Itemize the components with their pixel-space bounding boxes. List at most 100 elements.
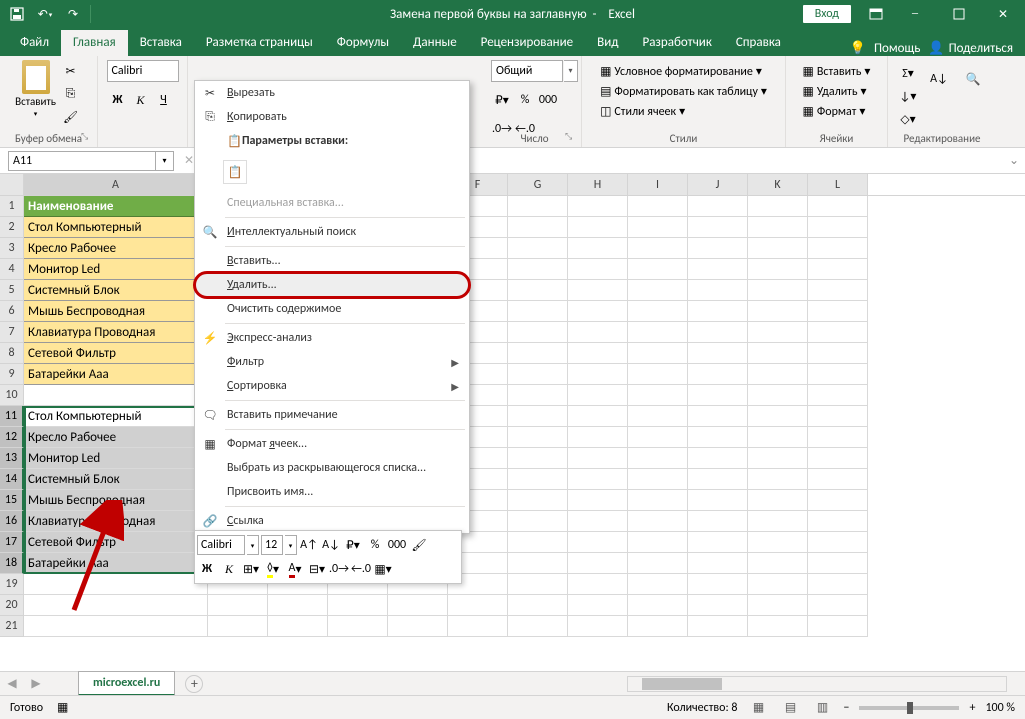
row-header[interactable]: 7: [0, 322, 24, 343]
tab-page-layout[interactable]: Разметка страницы: [194, 30, 325, 56]
cell[interactable]: [688, 448, 748, 469]
italic-button[interactable]: К: [130, 89, 152, 111]
sheet-next-icon[interactable]: ▶: [24, 672, 48, 696]
cell[interactable]: [808, 595, 868, 616]
cell[interactable]: [508, 553, 568, 574]
save-icon[interactable]: [4, 2, 30, 26]
mini-grow-font-icon[interactable]: A↑: [299, 535, 319, 555]
cell[interactable]: [568, 616, 628, 637]
cell[interactable]: [688, 595, 748, 616]
cell[interactable]: [628, 595, 688, 616]
cell[interactable]: [568, 322, 628, 343]
cell[interactable]: [748, 322, 808, 343]
cell[interactable]: [508, 616, 568, 637]
cell[interactable]: [808, 385, 868, 406]
cell[interactable]: [628, 343, 688, 364]
cell[interactable]: [628, 553, 688, 574]
tell-me-icon[interactable]: 💡: [850, 41, 866, 56]
cell[interactable]: [808, 406, 868, 427]
cell[interactable]: Сетевой Фильтр: [24, 343, 208, 364]
cell[interactable]: [628, 427, 688, 448]
row-header[interactable]: 3: [0, 238, 24, 259]
row-header[interactable]: 12: [0, 427, 24, 448]
row-header[interactable]: 19: [0, 574, 24, 595]
col-header-H[interactable]: H: [568, 174, 628, 195]
cell[interactable]: [748, 217, 808, 238]
cell[interactable]: [688, 532, 748, 553]
row-header[interactable]: 13: [0, 448, 24, 469]
ctx-очистить-содержимое[interactable]: Очистить содержимое: [195, 297, 469, 321]
cell[interactable]: [808, 469, 868, 490]
cell[interactable]: [628, 385, 688, 406]
tab-home[interactable]: Главная: [61, 30, 128, 56]
cell[interactable]: [568, 574, 628, 595]
row-header[interactable]: 5: [0, 280, 24, 301]
ribbon-display-icon[interactable]: [859, 0, 893, 28]
tab-developer[interactable]: Разработчик: [630, 30, 723, 56]
cell[interactable]: [208, 616, 268, 637]
mini-borders-icon[interactable]: ⊞▾: [241, 559, 261, 579]
col-header-I[interactable]: I: [628, 174, 688, 195]
macro-record-icon[interactable]: ▦: [57, 700, 68, 715]
mini-bold[interactable]: Ж: [197, 559, 217, 579]
cell[interactable]: [628, 238, 688, 259]
mini-font-size[interactable]: 12: [261, 535, 283, 555]
cell[interactable]: [568, 448, 628, 469]
select-all-corner[interactable]: [0, 174, 24, 195]
zoom-out-button[interactable]: −: [843, 701, 849, 715]
number-format-select[interactable]: Общий: [491, 60, 563, 82]
cell[interactable]: [508, 511, 568, 532]
comma-icon[interactable]: 000: [537, 89, 559, 111]
cell[interactable]: [508, 238, 568, 259]
row-header[interactable]: 20: [0, 595, 24, 616]
row-header[interactable]: 17: [0, 532, 24, 553]
cell[interactable]: [688, 511, 748, 532]
cell[interactable]: [568, 301, 628, 322]
cell[interactable]: [748, 616, 808, 637]
format-cells-button[interactable]: ▦ Формат ▾: [799, 102, 870, 121]
sheet-tab-active[interactable]: microexcel.ru: [78, 671, 175, 696]
sort-filter-icon[interactable]: A↓: [925, 62, 953, 96]
cell[interactable]: [508, 448, 568, 469]
cell[interactable]: [328, 595, 388, 616]
mini-merge-icon[interactable]: ⊟▾: [307, 559, 327, 579]
cell[interactable]: [508, 364, 568, 385]
cell[interactable]: [568, 490, 628, 511]
col-header-J[interactable]: J: [688, 174, 748, 195]
cell[interactable]: Системный Блок: [24, 280, 208, 301]
cell[interactable]: [568, 364, 628, 385]
cell[interactable]: [808, 217, 868, 238]
cell[interactable]: [628, 259, 688, 280]
mini-font-name[interactable]: Calibri: [197, 535, 245, 555]
cell[interactable]: [748, 364, 808, 385]
maximize-button[interactable]: [937, 0, 981, 28]
close-button[interactable]: ✕: [981, 0, 1025, 28]
redo-icon[interactable]: ↷: [60, 2, 86, 26]
cell[interactable]: [808, 280, 868, 301]
cell[interactable]: [808, 322, 868, 343]
cell[interactable]: [628, 616, 688, 637]
cell[interactable]: [748, 259, 808, 280]
row-header[interactable]: 16: [0, 511, 24, 532]
cell[interactable]: [748, 280, 808, 301]
ctx-фильтр[interactable]: Фильтр▶: [195, 350, 469, 374]
cell[interactable]: Стол Компьютерный: [24, 406, 208, 427]
cell[interactable]: [628, 574, 688, 595]
cell[interactable]: [568, 238, 628, 259]
row-header[interactable]: 2: [0, 217, 24, 238]
copy-icon[interactable]: ⎘: [60, 83, 82, 105]
cell[interactable]: [568, 532, 628, 553]
cell-styles-button[interactable]: ◫Стили ячеек ▾: [596, 102, 689, 121]
login-button[interactable]: Вход: [803, 5, 851, 23]
cell[interactable]: [568, 553, 628, 574]
cell[interactable]: [688, 259, 748, 280]
row-header[interactable]: 11: [0, 406, 24, 427]
cell[interactable]: [688, 469, 748, 490]
sheet-prev-icon[interactable]: ◀: [0, 672, 24, 696]
cell[interactable]: [628, 280, 688, 301]
row-header[interactable]: 8: [0, 343, 24, 364]
accounting-icon[interactable]: ₽▾: [491, 89, 513, 111]
cell[interactable]: [688, 196, 748, 217]
tab-data[interactable]: Данные: [401, 30, 469, 56]
cell[interactable]: [748, 448, 808, 469]
